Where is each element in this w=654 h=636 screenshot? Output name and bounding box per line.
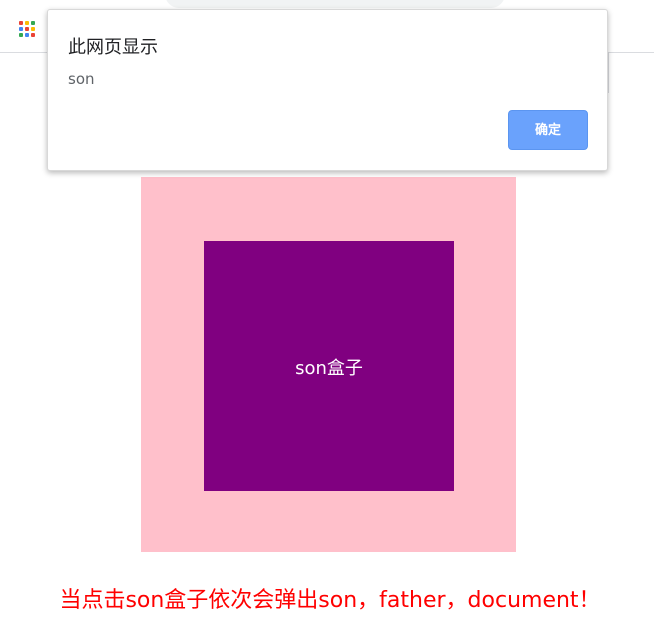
dialog-message: son	[68, 70, 95, 88]
apps-grid-dot	[25, 27, 29, 31]
father-box[interactable]: son盒子	[141, 177, 516, 552]
apps-grid-icon[interactable]	[19, 21, 37, 39]
page: son盒子 当点击son盒子依次会弹出son，father，document！ …	[0, 0, 654, 636]
ok-button[interactable]: 确定	[508, 110, 588, 150]
apps-grid-dot	[31, 27, 35, 31]
apps-grid-dot	[19, 27, 23, 31]
address-bar[interactable]	[165, 0, 505, 8]
apps-grid-dot	[19, 33, 23, 37]
apps-grid-dot	[31, 21, 35, 25]
apps-grid-dot	[25, 33, 29, 37]
apps-grid-dot	[31, 33, 35, 37]
alert-dialog: 此网页显示 son 确定	[47, 9, 608, 171]
apps-grid-dot	[25, 21, 29, 25]
dialog-title: 此网页显示	[68, 37, 158, 58]
instruction-caption: 当点击son盒子依次会弹出son，father，document！	[59, 588, 601, 613]
son-box[interactable]: son盒子	[204, 241, 454, 491]
apps-grid-dot	[19, 21, 23, 25]
son-box-label: son盒子	[295, 358, 363, 379]
